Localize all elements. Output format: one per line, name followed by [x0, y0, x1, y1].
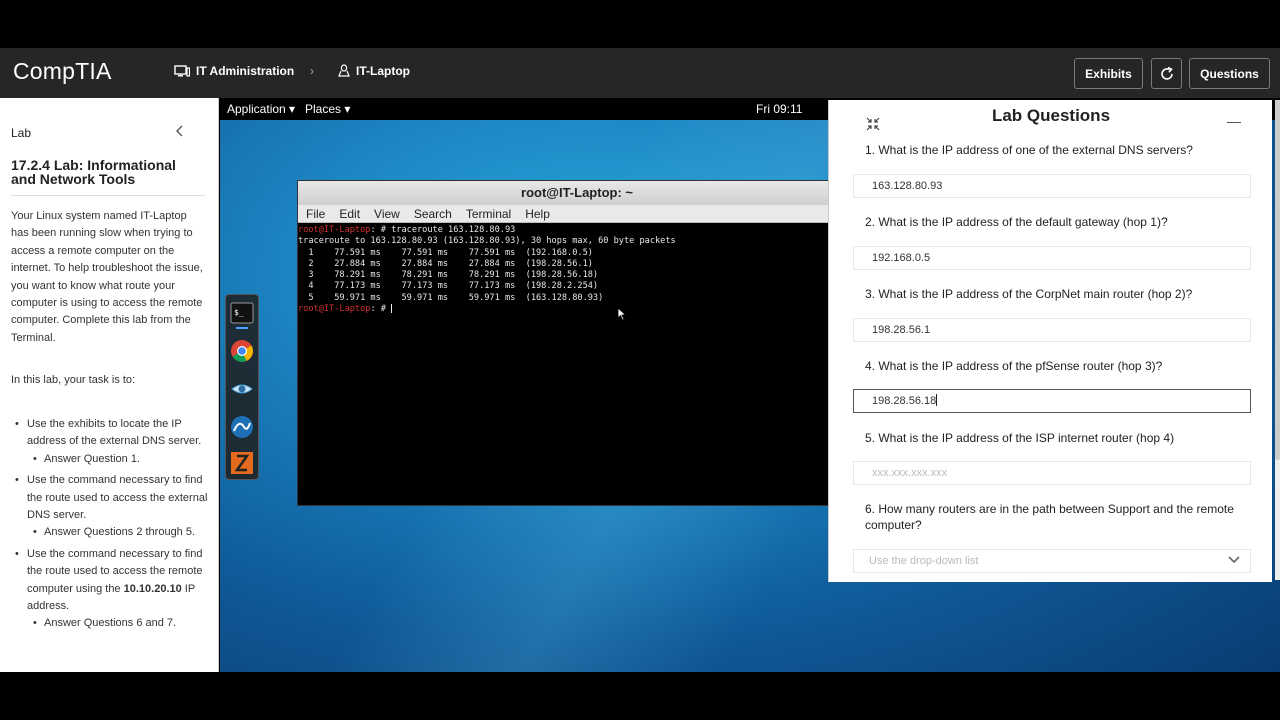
divider — [11, 195, 205, 196]
dock-chrome[interactable] — [230, 339, 254, 363]
question-6-label: 6. How many routers are in the path betw… — [865, 502, 1234, 532]
lab-intro-text: Your Linux system named IT-Laptop has be… — [11, 210, 203, 344]
ip-address-highlight: 10.10.20.10 — [123, 582, 182, 595]
hop-line: 2 27.884 ms 27.884 ms 27.884 ms (198.28.… — [298, 258, 593, 269]
clock: Fri 09:11 — [756, 102, 803, 116]
text-cursor — [936, 394, 938, 406]
svg-text:$_: $_ — [234, 308, 244, 317]
question-1-label: 1. What is the IP address of one of the … — [865, 143, 1193, 157]
refresh-icon — [1160, 66, 1173, 80]
terminal-menu-help[interactable]: Help — [525, 205, 550, 222]
mouse-pointer-icon — [617, 307, 627, 321]
task-text: Use the command necessary to find the ro… — [27, 474, 208, 522]
exhibits-button[interactable]: Exhibits — [1074, 58, 1143, 89]
input-value: 198.28.56.18 — [872, 395, 937, 407]
terminal-menu-view[interactable]: View — [374, 205, 400, 222]
question-6-dropdown[interactable]: Use the drop-down list — [853, 549, 1251, 573]
dock-zenmap[interactable] — [230, 451, 254, 475]
lab-title: 17.2.4 Lab: Informational and Network To… — [11, 157, 176, 187]
scrollbar-thumb[interactable] — [1275, 100, 1280, 460]
app-root: CompTIA IT Administration › IT-Laptop Ex… — [0, 0, 1280, 720]
question-2-label: 2. What is the IP address of the default… — [865, 215, 1168, 229]
linux-icon — [338, 64, 350, 77]
question-4-answer-input[interactable]: 198.28.56.18 — [853, 389, 1251, 413]
questions-scrollbar[interactable] — [1275, 100, 1280, 580]
breadcrumb-label: IT Administration — [196, 64, 295, 78]
task-list: Use the exhibits to locate the IP addres… — [11, 416, 211, 637]
chevron-down-icon — [1228, 556, 1240, 564]
reset-button[interactable] — [1151, 58, 1182, 89]
terminal-title: root@IT-Laptop: ~ — [298, 181, 856, 205]
terminal-window[interactable]: root@IT-Laptop: ~ File Edit View Search … — [297, 180, 857, 506]
hop-line: 5 59.971 ms 59.971 ms 59.971 ms (163.128… — [298, 292, 604, 303]
task-text: Use the exhibits to locate the IP addres… — [27, 418, 202, 448]
terminal-menu-terminal[interactable]: Terminal — [466, 205, 511, 222]
question-3-label: 3. What is the IP address of the CorpNet… — [865, 287, 1193, 301]
list-item: Use the command necessary to find the ro… — [11, 546, 211, 633]
terminal-menu-bar: File Edit View Search Terminal Help — [298, 205, 856, 223]
question-4-label: 4. What is the IP address of the pfSense… — [865, 359, 1163, 373]
sub-item: Answer Questions 2 through 5. — [11, 524, 211, 542]
minimize-button[interactable] — [1227, 122, 1241, 123]
breadcrumb-it-laptop[interactable]: IT-Laptop — [338, 64, 410, 78]
prompt: root@IT-Laptop — [298, 304, 371, 315]
breadcrumb-label: IT-Laptop — [356, 64, 410, 78]
question-5-label: 5. What is the IP address of the ISP int… — [865, 431, 1175, 445]
command-line: root@IT-Laptop: # traceroute 163.128.80.… — [298, 225, 856, 236]
top-bar: CompTIA IT Administration › IT-Laptop Ex… — [0, 48, 1280, 98]
question-5-answer-input[interactable]: xxx.xxx.xxx.xxx — [853, 461, 1251, 485]
monitor-icon — [174, 64, 190, 77]
bottom-bar — [0, 672, 1280, 720]
places-menu[interactable]: Places ▾ — [305, 102, 350, 116]
dock-terminal[interactable]: $_ — [230, 301, 254, 325]
hop-line: 4 77.173 ms 77.173 ms 77.173 ms (198.28.… — [298, 281, 599, 292]
prompt-line: root@IT-Laptop: # — [298, 304, 856, 315]
cursor — [391, 304, 393, 314]
active-indicator — [236, 327, 248, 329]
question-1-answer-input[interactable]: 163.128.80.93 — [853, 174, 1251, 198]
prompt: root@IT-Laptop — [298, 225, 371, 235]
breadcrumb-separator: › — [310, 64, 314, 78]
hop-line: 3 78.291 ms 78.291 ms 78.291 ms (198.28.… — [298, 270, 599, 281]
terminal-icon: $_ — [230, 302, 254, 324]
wireshark-fin-icon — [231, 416, 253, 438]
dock-eye-app[interactable] — [230, 377, 254, 401]
prompt-end: : # — [370, 304, 392, 315]
chrome-icon — [231, 340, 253, 362]
eye-icon — [231, 384, 253, 394]
dock: $_ — [225, 294, 259, 480]
terminal-menu-search[interactable]: Search — [414, 205, 452, 222]
task-lead-text: In this lab, your task is to: — [11, 374, 136, 386]
sub-item: Answer Questions 6 and 7. — [11, 615, 211, 633]
questions-button[interactable]: Questions — [1189, 58, 1270, 89]
question-2-answer-input[interactable]: 192.168.0.5 — [853, 246, 1251, 270]
terminal-output[interactable]: root@IT-Laptop: # traceroute 163.128.80.… — [298, 223, 856, 315]
question-3-answer-input[interactable]: 198.28.56.1 — [853, 318, 1251, 342]
comptia-logo: CompTIA — [13, 58, 112, 84]
lab-instructions-panel: Lab 17.2.4 Lab: Informational and Networ… — [0, 98, 219, 672]
dropdown-placeholder: Use the drop-down list — [869, 555, 979, 567]
collapse-panel-button[interactable] — [176, 124, 184, 140]
applications-menu[interactable]: Application ▾ — [227, 102, 295, 116]
lab-questions-panel: Lab Questions 1. What is the IP address … — [828, 100, 1272, 582]
list-item: Use the exhibits to locate the IP addres… — [11, 416, 211, 469]
list-item: Use the command necessary to find the ro… — [11, 472, 211, 542]
hop-line: 1 77.591 ms 77.591 ms 77.591 ms (192.168… — [298, 247, 593, 258]
lab-section-label: Lab — [11, 126, 32, 140]
command-text: : # traceroute 163.128.80.93 — [370, 225, 516, 235]
traceroute-header: traceroute to 163.128.80.93 (163.128.80.… — [298, 236, 676, 247]
dock-wireshark[interactable] — [230, 415, 254, 439]
terminal-menu-file[interactable]: File — [306, 205, 325, 222]
sub-item: Answer Question 1. — [11, 451, 211, 469]
terminal-menu-edit[interactable]: Edit — [339, 205, 360, 222]
zenmap-icon — [231, 452, 253, 474]
chevron-left-icon — [176, 125, 183, 137]
breadcrumb-it-administration[interactable]: IT Administration — [174, 64, 294, 78]
questions-title: Lab Questions — [991, 106, 1111, 125]
